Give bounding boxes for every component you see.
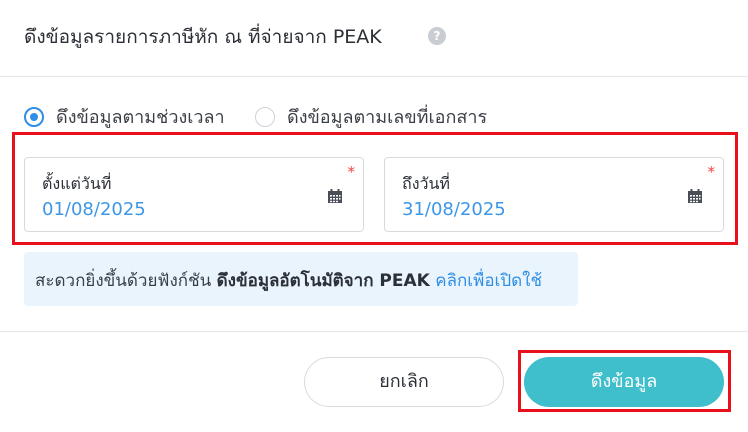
- promo-prefix: สะดวกยิ่งขึ้นด้วยฟังก์ชัน: [35, 271, 217, 291]
- highlight-box-fetch-button: [518, 350, 731, 412]
- radio-option-by-document-number[interactable]: ดึงข้อมูลตามเลขที่เอกสาร: [255, 102, 487, 131]
- radio-option-by-date-range[interactable]: ดึงข้อมูลตามช่วงเวลา: [24, 102, 225, 131]
- radio-label-by-document-number: ดึงข้อมูลตามเลขที่เอกสาร: [287, 107, 488, 128]
- auto-fetch-promo-banner: สะดวกยิ่งขึ้นด้วยฟังก์ชัน ดึงข้อมูลอัตโน…: [24, 252, 578, 306]
- radio-button-checked[interactable]: [24, 106, 44, 127]
- question-circle-icon[interactable]: ?: [428, 27, 446, 45]
- footer-divider: [0, 331, 748, 332]
- highlight-box-date-range: [12, 132, 738, 245]
- promo-feature-name: ดึงข้อมูลอัตโนมัติจาก PEAK: [216, 271, 430, 291]
- enable-auto-fetch-link[interactable]: คลิกเพื่อเปิดใช้: [435, 271, 542, 291]
- dialog-title: ดึงข้อมูลรายการภาษีหัก ณ ที่จ่ายจาก PEAK: [24, 26, 382, 48]
- radio-button-unchecked[interactable]: [255, 106, 275, 127]
- radio-label-by-date-range: ดึงข้อมูลตามช่วงเวลา: [56, 107, 225, 128]
- promo-text: สะดวกยิ่งขึ้นด้วยฟังก์ชัน ดึงข้อมูลอัตโน…: [35, 267, 542, 294]
- dialog-header: ดึงข้อมูลรายการภาษีหัก ณ ที่จ่ายจาก PEAK…: [0, 0, 748, 77]
- cancel-button[interactable]: ยกเลิก: [304, 357, 504, 407]
